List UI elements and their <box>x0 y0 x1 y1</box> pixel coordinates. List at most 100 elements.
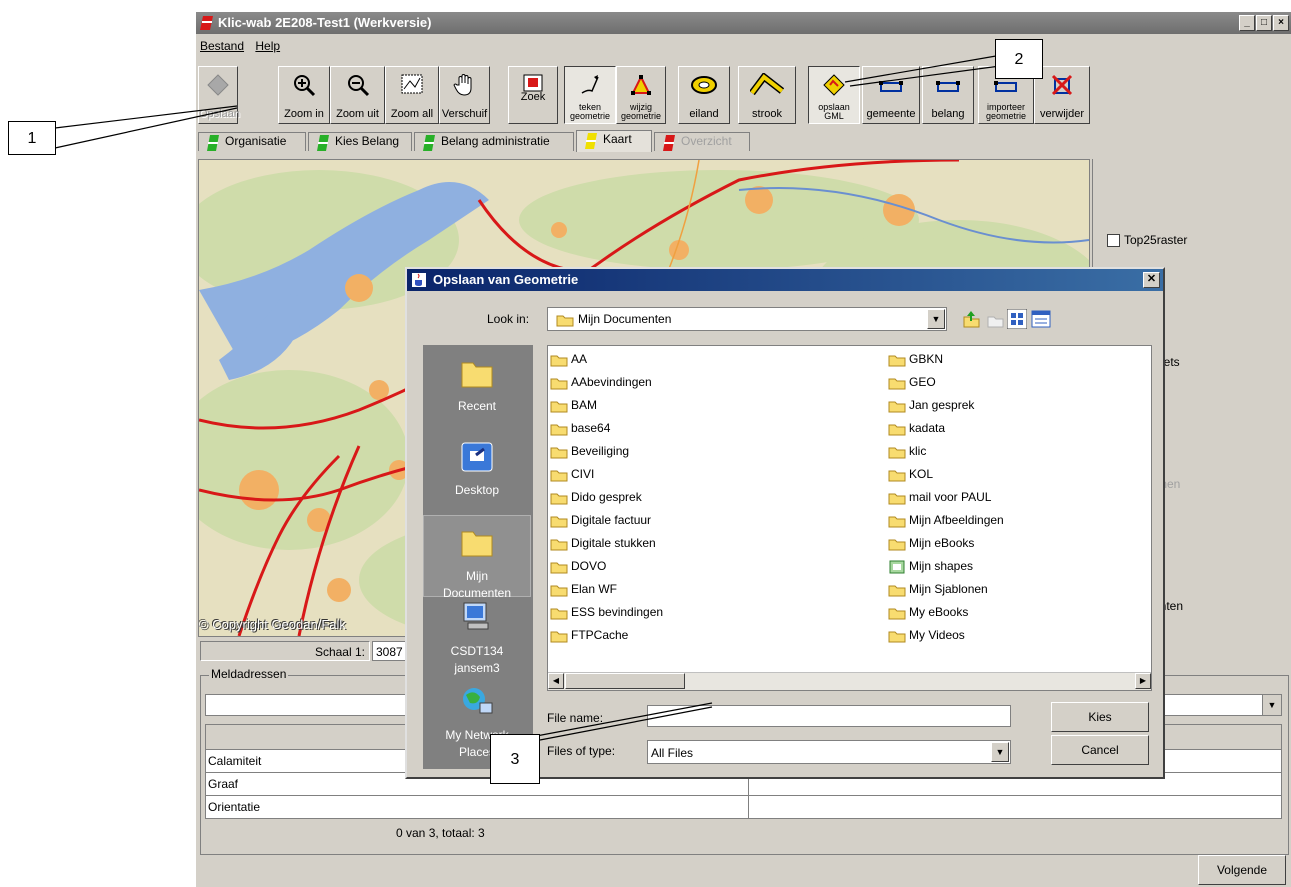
file-list-item[interactable]: Digitale stukken <box>550 532 656 554</box>
tab-overzicht[interactable]: Overzicht <box>654 132 750 151</box>
menu-bestand[interactable]: Bestand <box>196 36 248 53</box>
folder-icon <box>550 562 568 574</box>
place-recent[interactable]: Recent <box>423 347 531 429</box>
file-list-item[interactable]: FTPCache <box>550 624 628 646</box>
tab-kaart[interactable]: Kaart <box>576 130 652 152</box>
cancel-button[interactable]: Cancel <box>1051 735 1149 765</box>
folder-icon <box>550 401 568 413</box>
file-name-input[interactable] <box>647 705 1011 727</box>
file-name-label: File name: <box>547 711 604 725</box>
file-list-item[interactable]: GBKN <box>888 348 943 370</box>
save-dialog: Opslaan van Geometrie ✕ Look in: Mijn Do… <box>405 267 1165 779</box>
file-list-item[interactable]: kadata <box>888 417 945 439</box>
chevron-down-icon[interactable]: ▼ <box>991 742 1009 762</box>
municipality-icon <box>879 81 903 92</box>
menu-help[interactable]: Help <box>251 36 284 53</box>
file-list-item[interactable]: BAM <box>550 394 597 416</box>
scroll-right-icon[interactable]: ▶ <box>1135 673 1151 689</box>
folder-icon <box>550 608 568 620</box>
folder-icon <box>550 493 568 505</box>
scroll-thumb[interactable] <box>565 673 685 689</box>
file-list-item[interactable]: CIVI <box>550 463 594 485</box>
details-view-icon[interactable] <box>1031 309 1051 329</box>
file-list-item[interactable]: mail voor PAUL <box>888 486 991 508</box>
teken-geometrie-button[interactable]: teken geometrie <box>564 66 616 124</box>
volgende-button[interactable]: Volgende <box>1198 855 1286 885</box>
file-list-item[interactable]: Digitale factuur <box>550 509 651 531</box>
opslaan-gml-button[interactable]: opslaan GML <box>808 66 860 124</box>
file-list-item[interactable]: Mijn Sjablonen <box>888 578 988 600</box>
zoom-out-icon <box>347 75 369 97</box>
callout-1: 1 <box>8 121 56 155</box>
file-list-item[interactable]: GEO <box>888 371 936 393</box>
new-folder-icon[interactable] <box>985 309 1005 329</box>
eiland-button[interactable]: eiland <box>678 66 730 124</box>
place-mijn-documenten[interactable]: Mijn Documenten <box>423 515 531 600</box>
file-list-item[interactable]: AA <box>550 348 587 370</box>
folder-icon <box>888 470 906 482</box>
file-list-item[interactable]: Jan gesprek <box>888 394 974 416</box>
place-my-computer[interactable]: CSDT134 jansem3 <box>423 599 531 681</box>
minimize-button[interactable]: _ <box>1239 15 1255 31</box>
chevron-down-icon[interactable]: ▼ <box>1262 695 1281 715</box>
file-list-item[interactable]: AAbevindingen <box>550 371 652 393</box>
belang-button[interactable]: belang <box>922 66 974 124</box>
app-icon <box>200 16 213 30</box>
file-list-item[interactable]: KOL <box>888 463 933 485</box>
delete-icon <box>1051 74 1073 96</box>
folder-icon <box>888 424 906 436</box>
file-list-item[interactable]: klic <box>888 440 926 462</box>
zoek-button[interactable]: Zoek <box>508 66 558 124</box>
dialog-close-button[interactable]: ✕ <box>1143 272 1160 288</box>
window-title: Klic-wab 2E208-Test1 (Werkversie) <box>218 15 432 30</box>
close-button[interactable]: × <box>1273 15 1289 31</box>
interest-icon <box>936 81 960 92</box>
zoom-all-button[interactable]: Zoom all <box>385 66 439 124</box>
look-in-combo[interactable]: Mijn Documenten ▼ <box>547 307 947 331</box>
horizontal-scrollbar[interactable]: ◀ ▶ <box>548 672 1151 690</box>
tab-kies-belang[interactable]: Kies Belang <box>308 132 412 151</box>
file-type-combo[interactable]: All Files ▼ <box>647 740 1011 764</box>
network-icon <box>463 688 493 714</box>
zoom-in-button[interactable]: Zoom in <box>278 66 330 124</box>
save-disk-icon <box>207 74 229 96</box>
file-list-item[interactable]: base64 <box>550 417 610 439</box>
file-list-item[interactable]: Beveiliging <box>550 440 629 462</box>
up-folder-icon[interactable] <box>961 309 981 329</box>
file-list-item[interactable]: DOVO <box>550 555 606 577</box>
tab-belang-administratie[interactable]: Belang administratie <box>414 132 574 151</box>
save-gml-icon <box>823 74 845 96</box>
table-row[interactable]: Orientatie <box>205 795 1282 819</box>
gemeente-button[interactable]: gemeente <box>862 66 920 124</box>
wijzig-geometrie-button[interactable]: wijzig geometrie <box>616 66 666 124</box>
strook-button[interactable]: strook <box>738 66 796 124</box>
place-desktop[interactable]: Desktop <box>423 431 531 513</box>
file-list-item[interactable]: Mijn shapes <box>888 555 973 577</box>
file-list-item[interactable]: My eBooks <box>888 601 968 623</box>
folder-icon <box>550 516 568 528</box>
desktop-icon <box>461 442 493 472</box>
draw-geometry-icon <box>581 75 599 94</box>
tab-organisatie[interactable]: Organisatie <box>198 132 306 151</box>
opslaan-button[interactable]: Opslaan <box>198 66 240 124</box>
menu-bar: Bestand Help <box>196 36 284 56</box>
file-list-item[interactable]: Mijn Afbeeldingen <box>888 509 1004 531</box>
verschuif-button[interactable]: Verschuif <box>439 66 490 124</box>
look-in-label: Look in: <box>487 312 530 326</box>
file-list-item[interactable]: Mijn eBooks <box>888 532 974 554</box>
zoom-out-button[interactable]: Zoom uit <box>330 66 385 124</box>
kies-button[interactable]: Kies <box>1051 702 1149 732</box>
folder-icon <box>556 315 574 327</box>
file-list-item[interactable]: Dido gesprek <box>550 486 642 508</box>
maximize-button[interactable]: □ <box>1256 15 1272 31</box>
file-list-item[interactable]: Elan WF <box>550 578 617 600</box>
file-list-item[interactable]: My Videos <box>888 624 965 646</box>
dialog-title-bar: Opslaan van Geometrie ✕ <box>407 269 1163 291</box>
folder-icon <box>461 362 493 388</box>
file-list-item[interactable]: ESS bevindingen <box>550 601 663 623</box>
scroll-left-icon[interactable]: ◀ <box>548 673 564 689</box>
list-view-icon[interactable] <box>1007 309 1027 329</box>
chevron-down-icon[interactable]: ▼ <box>927 309 945 329</box>
top25raster-option[interactable]: Top25raster <box>1107 233 1187 248</box>
top25raster-checkbox[interactable] <box>1107 234 1120 248</box>
